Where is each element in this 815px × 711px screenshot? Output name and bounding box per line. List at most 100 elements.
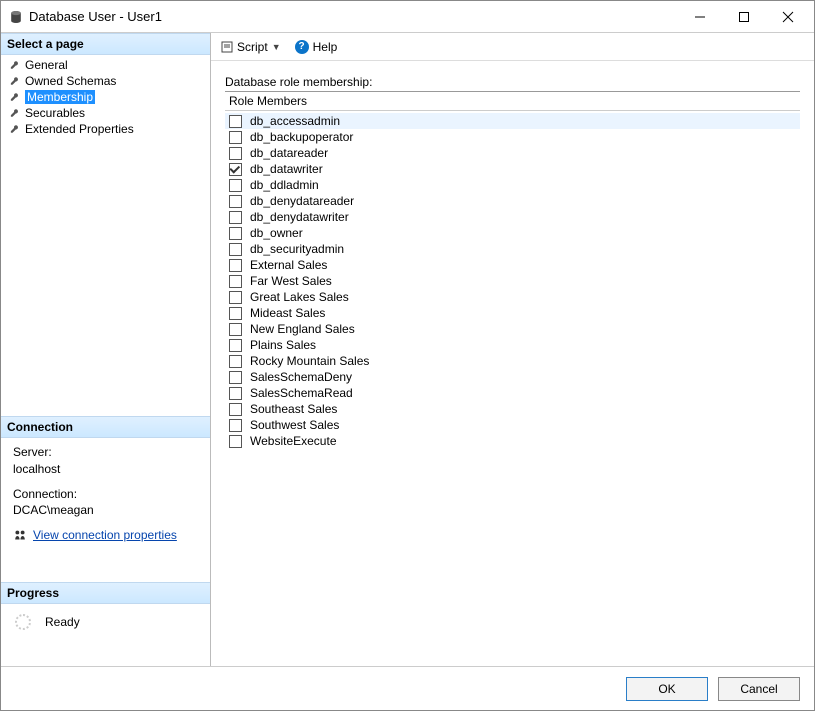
role-checkbox[interactable] — [229, 227, 242, 240]
role-item[interactable]: External Sales — [225, 257, 800, 273]
main-panel: Script ▼ ? Help Database role membership… — [211, 33, 814, 666]
role-checkbox[interactable] — [229, 259, 242, 272]
role-item[interactable]: db_denydatareader — [225, 193, 800, 209]
connection-icon — [13, 529, 27, 543]
role-checkbox[interactable] — [229, 307, 242, 320]
role-item[interactable]: Mideast Sales — [225, 305, 800, 321]
wrench-icon — [9, 124, 19, 134]
script-icon — [221, 41, 233, 53]
connection-label: Connection: — [13, 486, 202, 503]
page-item[interactable]: Securables — [1, 105, 210, 121]
window-controls — [678, 2, 810, 32]
role-checkbox[interactable] — [229, 179, 242, 192]
role-label: Southwest Sales — [250, 418, 339, 432]
role-checkbox[interactable] — [229, 115, 242, 128]
role-label: db_denydatareader — [250, 194, 354, 208]
role-item[interactable]: WebsiteExecute — [225, 433, 800, 449]
role-label: db_denydatawriter — [250, 210, 349, 224]
select-page-section: Select a page General Owned SchemasMember… — [1, 33, 210, 145]
dialog-window: Database User - User1 Select a page Gene… — [0, 0, 815, 711]
wrench-icon — [9, 108, 19, 118]
role-checkbox[interactable] — [229, 387, 242, 400]
role-checkbox[interactable] — [229, 211, 242, 224]
dialog-body: Select a page General Owned SchemasMember… — [1, 33, 814, 666]
role-checkbox[interactable] — [229, 323, 242, 336]
role-item[interactable]: Plains Sales — [225, 337, 800, 353]
role-item[interactable]: db_ddladmin — [225, 177, 800, 193]
cancel-label: Cancel — [740, 682, 777, 696]
role-label: SalesSchemaDeny — [250, 370, 352, 384]
progress-spinner-icon — [15, 614, 31, 630]
role-checkbox[interactable] — [229, 243, 242, 256]
role-item[interactable]: Southeast Sales — [225, 401, 800, 417]
role-item[interactable]: db_datawriter — [225, 161, 800, 177]
page-item-label: General — [25, 58, 68, 72]
page-item[interactable]: Membership — [1, 89, 210, 105]
window-title: Database User - User1 — [23, 9, 678, 24]
help-label: Help — [313, 40, 338, 54]
ok-button[interactable]: OK — [626, 677, 708, 701]
role-label: SalesSchemaRead — [250, 386, 353, 400]
role-checkbox[interactable] — [229, 275, 242, 288]
role-item[interactable]: Southwest Sales — [225, 417, 800, 433]
database-icon — [9, 10, 23, 24]
footer: OK Cancel — [1, 666, 814, 710]
role-checkbox[interactable] — [229, 419, 242, 432]
cancel-button[interactable]: Cancel — [718, 677, 800, 701]
minimize-button[interactable] — [678, 2, 722, 32]
role-checkbox[interactable] — [229, 355, 242, 368]
role-label: Far West Sales — [250, 274, 332, 288]
progress-header: Progress — [1, 582, 210, 604]
role-item[interactable]: db_backupoperator — [225, 129, 800, 145]
role-label: db_backupoperator — [250, 130, 353, 144]
role-item[interactable]: Great Lakes Sales — [225, 289, 800, 305]
view-connection-properties-row: View connection properties — [13, 527, 202, 544]
view-connection-properties-link[interactable]: View connection properties — [33, 527, 177, 544]
page-item-label: Extended Properties — [25, 122, 134, 136]
role-list: db_accessadmindb_backupoperatordb_datare… — [225, 111, 800, 451]
role-item[interactable]: SalesSchemaDeny — [225, 369, 800, 385]
help-button[interactable]: ? Help — [295, 40, 338, 54]
role-item[interactable]: db_securityadmin — [225, 241, 800, 257]
role-label: Mideast Sales — [250, 306, 325, 320]
role-checkbox[interactable] — [229, 163, 242, 176]
role-item[interactable]: db_datareader — [225, 145, 800, 161]
role-checkbox[interactable] — [229, 291, 242, 304]
role-item[interactable]: SalesSchemaRead — [225, 385, 800, 401]
server-value: localhost — [13, 461, 202, 478]
page-item[interactable]: General — [1, 57, 210, 73]
role-checkbox[interactable] — [229, 195, 242, 208]
progress-section: Progress Ready — [1, 582, 210, 640]
page-item[interactable]: Extended Properties — [1, 121, 210, 137]
role-checkbox[interactable] — [229, 403, 242, 416]
wrench-icon — [9, 60, 19, 70]
select-page-header: Select a page — [1, 33, 210, 55]
server-label: Server: — [13, 444, 202, 461]
role-checkbox[interactable] — [229, 435, 242, 448]
page-item[interactable]: Owned Schemas — [1, 73, 210, 89]
connection-header: Connection — [1, 416, 210, 438]
script-dropdown[interactable]: Script ▼ — [221, 40, 281, 54]
role-item[interactable]: Far West Sales — [225, 273, 800, 289]
role-membership-label: Database role membership: — [225, 75, 800, 89]
role-item[interactable]: db_accessadmin — [225, 113, 800, 129]
page-item-label: Owned Schemas — [25, 74, 116, 88]
role-label: Plains Sales — [250, 338, 316, 352]
role-item[interactable]: db_denydatawriter — [225, 209, 800, 225]
role-item[interactable]: Rocky Mountain Sales — [225, 353, 800, 369]
content-area: Database role membership: Role Members d… — [211, 61, 814, 666]
close-button[interactable] — [766, 2, 810, 32]
role-column-header: Role Members — [225, 92, 800, 111]
wrench-icon — [9, 92, 19, 102]
role-item[interactable]: New England Sales — [225, 321, 800, 337]
maximize-button[interactable] — [722, 2, 766, 32]
role-item[interactable]: db_owner — [225, 225, 800, 241]
role-label: db_owner — [250, 226, 303, 240]
role-checkbox[interactable] — [229, 131, 242, 144]
role-label: db_ddladmin — [250, 178, 319, 192]
role-checkbox[interactable] — [229, 371, 242, 384]
role-checkbox[interactable] — [229, 339, 242, 352]
role-label: Rocky Mountain Sales — [250, 354, 369, 368]
role-label: db_securityadmin — [250, 242, 344, 256]
role-checkbox[interactable] — [229, 147, 242, 160]
